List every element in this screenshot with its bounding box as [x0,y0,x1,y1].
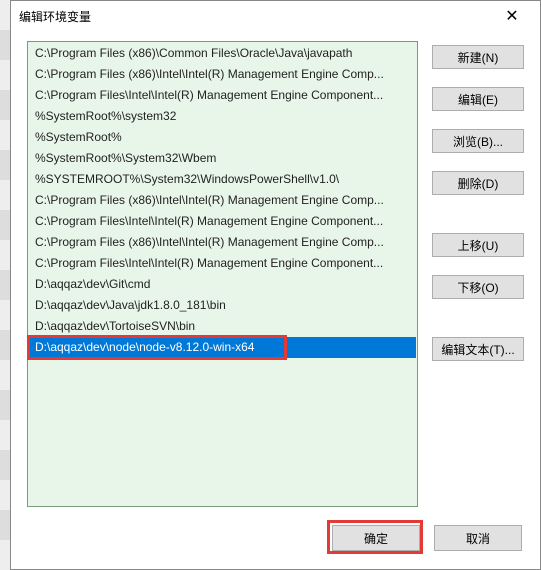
dialog-title: 编辑环境变量 [19,8,492,25]
list-item[interactable]: %SYSTEMROOT%\System32\WindowsPowerShell\… [29,169,416,190]
cancel-button-label: 取消 [466,530,490,547]
list-item[interactable]: C:\Program Files (x86)\Intel\Intel(R) Ma… [29,190,416,211]
list-item[interactable]: D:\aqqaz\dev\node\node-v8.12.0-win-x64 [29,337,416,358]
browse-button[interactable]: 浏览(B)... [432,129,524,153]
list-item[interactable]: D:\aqqaz\dev\TortoiseSVN\bin [29,316,416,337]
browse-button-label: 浏览(B)... [453,133,503,150]
dialog-footer: 确定 取消 [11,517,540,569]
delete-button-label: 删除(D) [458,175,499,192]
list-item[interactable]: C:\Program Files\Intel\Intel(R) Manageme… [29,211,416,232]
new-button-label: 新建(N) [458,49,499,66]
list-item[interactable]: %SystemRoot% [29,127,416,148]
edit-button-label: 编辑(E) [458,91,498,108]
env-var-dialog: 编辑环境变量 ✕ C:\Program Files (x86)\Common F… [10,0,541,570]
list-item[interactable]: C:\Program Files\Intel\Intel(R) Manageme… [29,253,416,274]
list-item[interactable]: %SystemRoot%\System32\Wbem [29,148,416,169]
button-column: 新建(N) 编辑(E) 浏览(B)... 删除(D) 上移(U) 下移(O) 编… [432,41,524,507]
ok-button[interactable]: 确定 [332,525,420,551]
move-up-button-label: 上移(U) [458,237,499,254]
titlebar: 编辑环境变量 ✕ [11,1,540,31]
list-item[interactable]: C:\Program Files (x86)\Common Files\Orac… [29,43,416,64]
edit-text-button[interactable]: 编辑文本(T)... [432,337,524,361]
move-up-button[interactable]: 上移(U) [432,233,524,257]
background-strip [0,0,10,570]
list-item[interactable]: D:\aqqaz\dev\Java\jdk1.8.0_181\bin [29,295,416,316]
path-listbox[interactable]: C:\Program Files (x86)\Common Files\Orac… [27,41,418,507]
close-icon[interactable]: ✕ [492,2,532,30]
move-down-button-label: 下移(O) [457,279,498,296]
list-item[interactable]: %SystemRoot%\system32 [29,106,416,127]
list-item[interactable]: C:\Program Files (x86)\Intel\Intel(R) Ma… [29,232,416,253]
edit-button[interactable]: 编辑(E) [432,87,524,111]
new-button[interactable]: 新建(N) [432,45,524,69]
dialog-content: C:\Program Files (x86)\Common Files\Orac… [11,31,540,517]
edit-text-button-label: 编辑文本(T)... [441,341,514,358]
ok-button-label: 确定 [364,530,388,547]
list-item[interactable]: D:\aqqaz\dev\Git\cmd [29,274,416,295]
delete-button[interactable]: 删除(D) [432,171,524,195]
cancel-button[interactable]: 取消 [434,525,522,551]
list-item[interactable]: C:\Program Files (x86)\Intel\Intel(R) Ma… [29,64,416,85]
list-item[interactable]: C:\Program Files\Intel\Intel(R) Manageme… [29,85,416,106]
move-down-button[interactable]: 下移(O) [432,275,524,299]
